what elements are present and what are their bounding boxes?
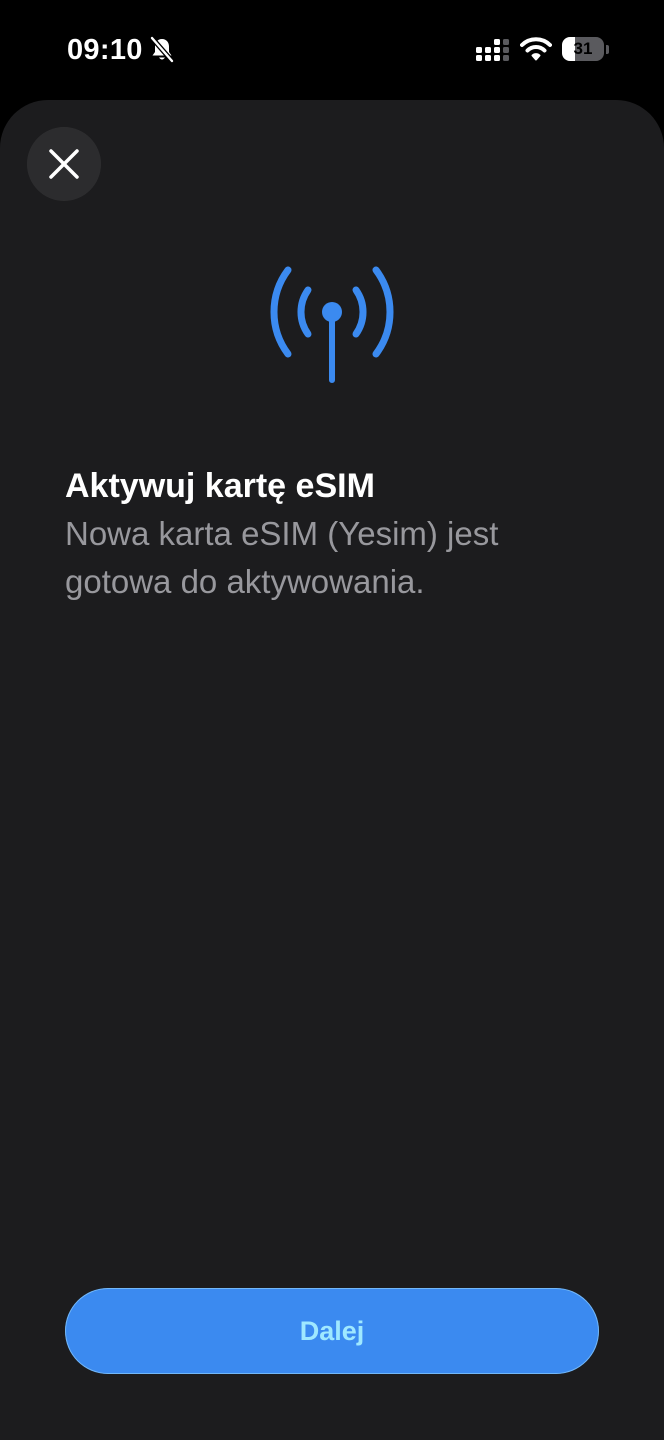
close-icon (49, 149, 79, 179)
battery-cap (606, 45, 609, 54)
status-time: 09:10 (67, 34, 143, 66)
next-button-label: Dalej (299, 1315, 365, 1346)
cellular-signal-icon (476, 39, 509, 61)
battery-body: 31 (562, 37, 604, 61)
antenna-icon (270, 266, 394, 383)
wifi-icon (520, 37, 552, 61)
bell-slash-icon (149, 36, 175, 64)
close-button[interactable] (28, 128, 100, 200)
battery-level: 31 (573, 39, 593, 58)
page-description: Nowa karta eSIM (Yesim) jest gotowa do a… (65, 515, 499, 600)
battery-icon: 31 (562, 37, 610, 63)
page-title: Aktywuj kartę eSIM (65, 467, 375, 505)
next-button[interactable]: Dalej (65, 1288, 599, 1374)
status-bar: 09:10 31 (0, 0, 664, 100)
esim-activation-sheet: Aktywuj kartę eSIM Nowa karta eSIM (Yesi… (0, 100, 664, 1440)
